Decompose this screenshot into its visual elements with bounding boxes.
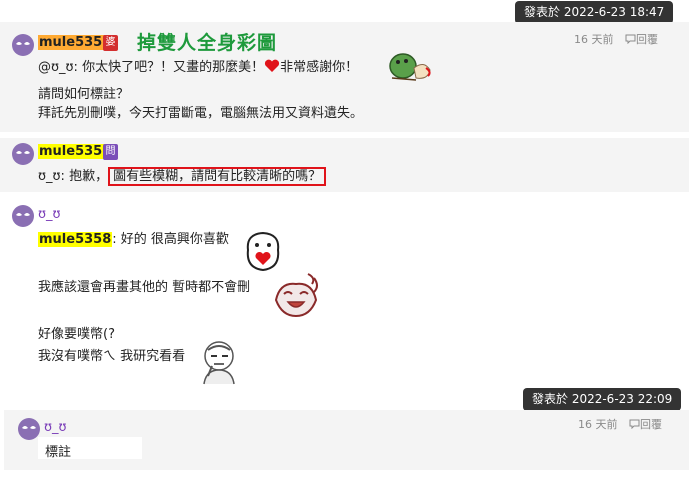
post-title: 掉雙人全身彩圖 xyxy=(137,32,278,54)
comment-text: 標註 xyxy=(45,445,72,460)
avatar[interactable] xyxy=(12,34,34,56)
comment-text: @ʊ_ʊ: 你太快了吧？！又畫的那麼美！ 非常感謝你！ xyxy=(38,59,359,75)
timestamp-tooltip: 發表於 2022-6-23 22:09 xyxy=(523,388,682,416)
username-link[interactable]: mule5358 xyxy=(38,144,113,159)
comment-text: 好像要噗幣(? xyxy=(38,327,115,342)
timestamp-tooltip-text: 發表於 2022-6-23 22:09 xyxy=(532,392,673,406)
response-meta: 16 天前 回覆 xyxy=(578,416,662,432)
comment-text: 拜託先別刪噗，今天打雷斷電，電腦無法用又資料遺失。 xyxy=(38,106,364,121)
response-meta: 16 天前 回覆 xyxy=(574,31,658,47)
username-link[interactable]: ʊ_ʊ xyxy=(38,207,61,222)
reply-button[interactable]: 回覆 xyxy=(629,418,662,431)
speech-bubble-icon xyxy=(625,34,636,45)
highlighted-question: 圖有些模糊，請問有比較清晰的嗎？ xyxy=(108,167,327,186)
time-ago: 16 天前 xyxy=(578,418,618,431)
bowing-frog-sticker xyxy=(389,53,431,81)
heart-icon xyxy=(265,59,280,72)
comment-text: 請問如何標註？ xyxy=(38,87,130,102)
laughing-face-sticker xyxy=(274,273,318,318)
mention-link[interactable]: mule5358 xyxy=(38,232,113,247)
user-badge: 問 xyxy=(103,144,118,160)
speech-bubble-icon xyxy=(629,419,640,430)
username-link[interactable]: mule5358 xyxy=(38,35,113,50)
reply-button[interactable]: 回覆 xyxy=(625,33,658,46)
avatar[interactable] xyxy=(12,205,34,227)
timestamp-tooltip: 發表於 2022-6-23 18:47 xyxy=(515,1,674,29)
comment-text: 我應該還會再畫其他的 暫時都不會刪 xyxy=(38,280,251,295)
thinking-man-sticker xyxy=(203,341,235,385)
avatar[interactable] xyxy=(12,143,34,165)
username-link[interactable]: ʊ_ʊ xyxy=(44,420,67,435)
heart-blob-sticker xyxy=(246,231,280,272)
comment-text: mule5358: 好的 很高興你喜歡 xyxy=(38,232,229,247)
time-ago: 16 天前 xyxy=(574,33,614,46)
comment-text: 我沒有噗幣ㄟ 我研究看看 xyxy=(38,349,186,364)
avatar[interactable] xyxy=(18,418,40,440)
user-badge: 婆 xyxy=(103,35,118,51)
comment-text: ʊ_ʊ: 抱歉， 圖有些模糊，請問有比較清晰的嗎？ xyxy=(38,165,327,186)
timestamp-tooltip-text: 發表於 2022-6-23 18:47 xyxy=(524,5,665,19)
